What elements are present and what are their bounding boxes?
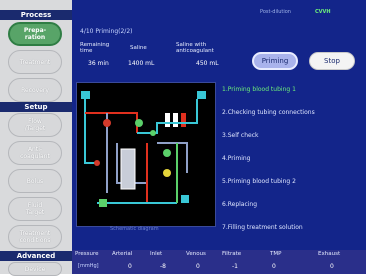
remaining-time-value: 36 min xyxy=(88,60,109,67)
nav-anticoagulant-button[interactable]: Anti- coagulant xyxy=(8,141,62,165)
remaining-time-label: Remaining time xyxy=(80,42,110,54)
stop-button[interactable]: Stop xyxy=(309,52,355,70)
saline-anticoag-value: 450 mL xyxy=(196,60,219,67)
nav-flow-target-button[interactable]: Flow /Target xyxy=(8,113,62,137)
section-process-label: Process xyxy=(0,10,72,20)
pressure-value-filtrate: -1 xyxy=(232,263,238,270)
section-setup-label: Setup xyxy=(0,102,72,112)
saline-anticoag-label: Saline with anticoagulant xyxy=(176,42,214,54)
nav-bolus-button[interactable]: Bolus xyxy=(8,169,62,193)
pressure-col-inlet: Inlet xyxy=(150,251,163,257)
step-item: 3.Self check xyxy=(222,132,259,139)
pump-icon xyxy=(163,169,171,177)
pressure-col-venous: Venous xyxy=(186,251,206,257)
saline-bag-icon xyxy=(81,91,90,99)
nav-treatment-button[interactable]: Treatment xyxy=(8,50,62,74)
pressure-col-filtrate: Filtrate xyxy=(222,251,242,257)
step-item: 1.Priming blood tubing 1 xyxy=(222,86,296,93)
pump-icon xyxy=(135,119,143,127)
circuit-schematic xyxy=(81,91,206,207)
mode-badge: CVVH xyxy=(315,9,331,15)
syringe-icon xyxy=(165,113,170,127)
pressure-col-arterial: Arterial xyxy=(112,251,133,257)
step-item: 2.Checking tubing connections xyxy=(222,109,315,116)
valve-icon xyxy=(150,130,156,136)
step-item: 4.Priming xyxy=(222,155,251,162)
pressure-value-exhaust: 0 xyxy=(330,263,334,270)
schematic-diagram xyxy=(76,82,216,227)
pressure-title: Pressure xyxy=(75,251,99,257)
saline-value: 1400 mL xyxy=(128,60,155,67)
solution-bag-icon xyxy=(197,91,206,99)
step-item: 5.Priming blood tubing 2 xyxy=(222,178,296,185)
nav-recovery-button[interactable]: Recovery xyxy=(8,78,62,102)
pressure-value-tmp: 0 xyxy=(272,263,276,270)
nav-preparation-button[interactable]: Prepa- ration xyxy=(8,22,62,46)
pressure-unit: [mmHg] xyxy=(78,263,99,269)
screen: Process Prepa- ration Treatment Recovery… xyxy=(0,0,366,276)
schematic-caption: Schematic diagram xyxy=(110,226,159,232)
sidebar: Process Prepa- ration Treatment Recovery… xyxy=(0,0,72,276)
nav-fluid-target-button[interactable]: Fluid Target xyxy=(8,197,62,221)
pump-icon xyxy=(163,149,171,157)
page-title: 4/10 Priming(2/2) xyxy=(80,28,133,35)
valve-icon xyxy=(94,160,100,166)
chamber-icon xyxy=(99,199,107,207)
pressure-value-arterial: 0 xyxy=(128,263,132,270)
nav-treatment-conditions-button[interactable]: Treatment conditions xyxy=(8,225,62,249)
chamber-icon xyxy=(181,195,189,203)
pressure-value-inlet: -8 xyxy=(160,263,166,270)
pressure-col-tmp: TMP xyxy=(270,251,282,257)
priming-button[interactable]: Priming xyxy=(252,52,298,70)
syringe-icon xyxy=(181,113,186,127)
pressure-value-venous: 0 xyxy=(196,263,200,270)
section-advanced-label: Advanced xyxy=(0,251,72,261)
pump-icon xyxy=(103,119,111,127)
step-item: 6.Replacing xyxy=(222,201,258,208)
pressure-col-exhaust: Exhaust xyxy=(318,251,341,257)
step-item: 7.Filling treatment solution xyxy=(222,224,303,231)
syringe-icon xyxy=(173,113,178,127)
dilution-status: Post-dilution xyxy=(260,9,291,15)
filter-icon xyxy=(120,148,136,190)
saline-label: Saline xyxy=(130,45,147,51)
